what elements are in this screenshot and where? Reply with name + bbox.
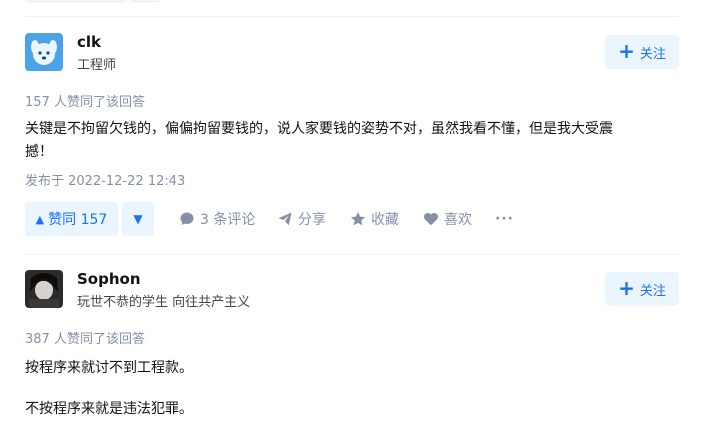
like-label: 喜欢	[444, 212, 472, 228]
author-bio: 工程师	[77, 58, 117, 73]
share-button[interactable]: 分享	[277, 202, 326, 236]
author-name[interactable]: Sophon	[77, 270, 141, 288]
favorite-button[interactable]: 收藏	[350, 202, 399, 236]
plus-icon: +	[618, 39, 635, 63]
heart-icon	[424, 212, 438, 226]
comments-button[interactable]: 3 条评论	[179, 202, 255, 236]
share-label: 分享	[298, 212, 326, 228]
vote-count-text: 157 人赞同了该回答	[25, 95, 145, 110]
favorite-label: 收藏	[371, 212, 399, 228]
follow-button[interactable]: + 关注	[605, 35, 679, 69]
plus-icon: +	[618, 276, 635, 300]
downvote-button[interactable]: ▼	[122, 202, 154, 236]
more-icon: ···	[495, 211, 514, 227]
author-name[interactable]: clk	[77, 33, 101, 51]
avatar[interactable]	[25, 33, 63, 71]
answer-item: Sophon 玩世不恭的学生 向往共产主义 + 关注 387 人赞同了该回答 按…	[25, 270, 679, 421]
top-tab-stub-2	[130, 0, 160, 2]
vote-count-text: 387 人赞同了该回答	[25, 332, 145, 347]
answer-item: clk 工程师 + 关注 157 人赞同了该回答 关键是不拘留欠钱的，偏偏拘留要…	[25, 33, 679, 236]
top-tab-stub	[25, 0, 127, 2]
divider	[25, 16, 679, 17]
paper-plane-icon	[278, 212, 292, 226]
triangle-down-icon: ▼	[133, 212, 143, 226]
follow-label: 关注	[639, 46, 666, 62]
follow-label: 关注	[639, 283, 666, 299]
author-info: clk 工程师 + 关注	[25, 33, 679, 73]
author-bio: 玩世不恭的学生 向往共产主义	[77, 295, 251, 310]
answer-content: 关键是不拘留欠钱的，偏偏拘留要钱的，说人家要钱的姿势不对，虽然我看不懂，但是我大…	[25, 118, 679, 164]
action-bar: ▲ 赞同 157 ▼ 3 条评论 分享 收藏 喜欢 ···	[25, 202, 679, 236]
content-paragraph: 按程序来就讨不到工程款。	[25, 360, 193, 376]
follow-button[interactable]: + 关注	[605, 272, 679, 306]
comments-label: 3 条评论	[200, 212, 256, 228]
author-info: Sophon 玩世不恭的学生 向往共产主义 + 关注	[25, 270, 679, 310]
more-button[interactable]: ···	[495, 202, 514, 236]
divider	[25, 254, 679, 255]
avatar[interactable]	[25, 270, 63, 308]
star-icon	[350, 212, 366, 226]
publish-time[interactable]: 发布于 2022-12-22 12:43	[25, 170, 679, 189]
triangle-up-icon: ▲	[35, 212, 45, 226]
comment-icon	[180, 212, 194, 225]
content-paragraph: 不按程序来就是违法犯罪。	[25, 401, 193, 417]
content-line: 撼！	[25, 144, 53, 160]
like-button[interactable]: 喜欢	[423, 202, 472, 236]
answer-content: 按程序来就讨不到工程款。 不按程序来就是违法犯罪。	[25, 357, 679, 421]
upvote-button[interactable]: ▲ 赞同 157	[25, 202, 118, 236]
upvote-label: 赞同 157	[48, 212, 108, 228]
content-line: 关键是不拘留欠钱的，偏偏拘留要钱的，说人家要钱的姿势不对，虽然我看不懂，但是我大…	[25, 121, 613, 137]
